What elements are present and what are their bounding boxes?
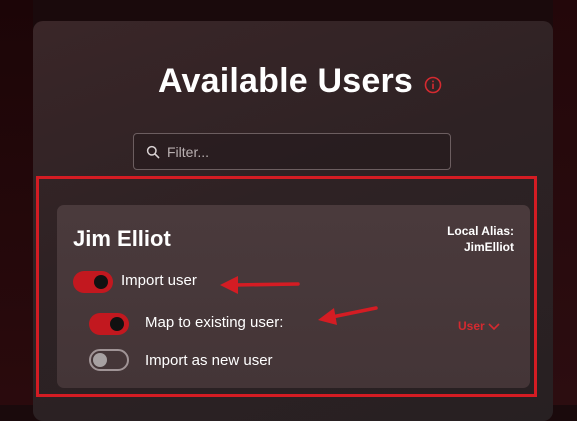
search-icon	[146, 145, 160, 159]
toggle-knob	[94, 275, 108, 289]
map-existing-user-label: Map to existing user:	[145, 314, 284, 331]
red-arrow-icon	[318, 306, 378, 325]
local-alias-label: Local Alias:	[447, 224, 514, 238]
toggle-knob	[93, 353, 107, 367]
red-arrow-icon	[220, 276, 300, 294]
toggle-knob	[110, 317, 124, 331]
filter-field[interactable]	[133, 133, 451, 170]
local-alias-value: JimElliot	[463, 240, 514, 254]
chevron-down-icon	[488, 323, 500, 330]
import-user-label: Import user	[121, 272, 197, 289]
user-name: Jim Elliot	[73, 226, 171, 251]
map-existing-user-toggle[interactable]	[89, 313, 129, 335]
background-left	[0, 0, 33, 405]
background-right	[553, 0, 577, 405]
import-user-toggle[interactable]	[73, 271, 113, 293]
role-dropdown[interactable]: User	[458, 319, 500, 333]
role-dropdown-value: User	[458, 319, 485, 333]
import-new-user-toggle[interactable]	[89, 349, 129, 371]
page-title: Available Users	[158, 62, 413, 100]
info-icon[interactable]	[424, 76, 442, 94]
import-new-user-label: Import as new user	[145, 352, 273, 369]
filter-input[interactable]	[167, 134, 437, 169]
